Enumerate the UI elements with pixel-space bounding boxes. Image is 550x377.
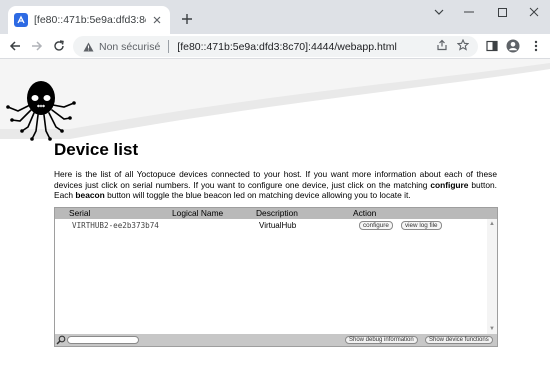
bookmark-star-icon[interactable] xyxy=(456,38,470,52)
forward-arrow-icon[interactable] xyxy=(27,36,47,56)
new-tab-icon[interactable] xyxy=(178,10,196,28)
column-header-logical-name: Logical Name xyxy=(172,208,224,218)
show-device-functions-button[interactable]: Show device functions xyxy=(425,336,493,344)
device-table-header: Serial Logical Name Description Action xyxy=(55,208,497,219)
yoctopuce-favicon-icon xyxy=(14,13,28,27)
table-footer-bar: Show debug information Show device funct… xyxy=(55,334,497,346)
column-header-description: Description xyxy=(256,208,298,218)
column-header-action: Action xyxy=(353,208,377,218)
reload-icon[interactable] xyxy=(49,36,69,56)
search-magnifier-icon xyxy=(56,335,66,345)
device-description: VirtualHub xyxy=(259,221,297,230)
url-text[interactable]: [fe80::471b:5e9a:dfd3:8c70]:4444/webapp.… xyxy=(177,41,397,53)
back-arrow-icon[interactable] xyxy=(5,36,25,56)
device-serial-link[interactable]: VIRTHUB2-ee2b373b74 xyxy=(72,220,159,231)
page-title: Device list xyxy=(54,140,139,159)
tab-title: [fe80::471b:5e9a:dfd3:8c70]:4444/ xyxy=(34,14,146,26)
profile-avatar-icon[interactable] xyxy=(504,37,522,55)
side-panel-icon[interactable] xyxy=(483,37,501,55)
address-bar[interactable]: Non sécurisé [fe80::471b:5e9a:dfd3:8c70]… xyxy=(73,36,478,57)
yoctopuce-octopus-logo-icon xyxy=(6,81,76,141)
scroll-down-arrow-icon[interactable]: ▼ xyxy=(489,326,495,332)
configure-button[interactable]: configure xyxy=(359,221,393,230)
maximize-icon[interactable] xyxy=(488,2,516,22)
browser-menu-icon[interactable] xyxy=(527,37,545,55)
intro-text-3: button will toggle the blue beacon led o… xyxy=(104,190,411,200)
web-page: Device list Here is the list of all Yoct… xyxy=(0,59,550,377)
scroll-up-arrow-icon[interactable]: ▲ xyxy=(489,221,495,227)
close-window-icon[interactable] xyxy=(520,2,548,22)
warning-triangle-icon[interactable] xyxy=(82,41,94,53)
table-scrollbar[interactable]: ▲ ▼ xyxy=(487,219,497,334)
view-log-file-button[interactable]: view log file xyxy=(401,221,442,230)
show-debug-information-button[interactable]: Show debug information xyxy=(345,336,418,344)
search-input[interactable] xyxy=(67,336,139,344)
browser-toolbar: Non sécurisé [fe80::471b:5e9a:dfd3:8c70]… xyxy=(0,34,550,58)
table-row: VIRTHUB2-ee2b373b74 VirtualHub configure… xyxy=(55,220,487,231)
browser-title-bar: [fe80::471b:5e9a:dfd3:8c70]:4444/ xyxy=(0,0,550,34)
tab-search-chevron-down-icon[interactable] xyxy=(425,2,453,22)
security-status-text[interactable]: Non sécurisé xyxy=(99,41,160,53)
close-tab-icon[interactable] xyxy=(150,13,164,27)
device-table: Serial Logical Name Description Action V… xyxy=(54,207,498,347)
minimize-icon[interactable] xyxy=(455,2,483,22)
intro-beacon-keyword: beacon xyxy=(75,190,105,200)
header-swoosh-graphic xyxy=(0,59,550,139)
intro-configure-keyword: configure xyxy=(430,179,469,190)
share-icon[interactable] xyxy=(435,38,449,52)
browser-tab[interactable]: [fe80::471b:5e9a:dfd3:8c70]:4444/ xyxy=(8,6,170,34)
intro-paragraph: Here is the list of all Yoctopuce device… xyxy=(54,169,497,201)
address-separator xyxy=(168,40,170,53)
column-header-serial: Serial xyxy=(69,208,91,218)
